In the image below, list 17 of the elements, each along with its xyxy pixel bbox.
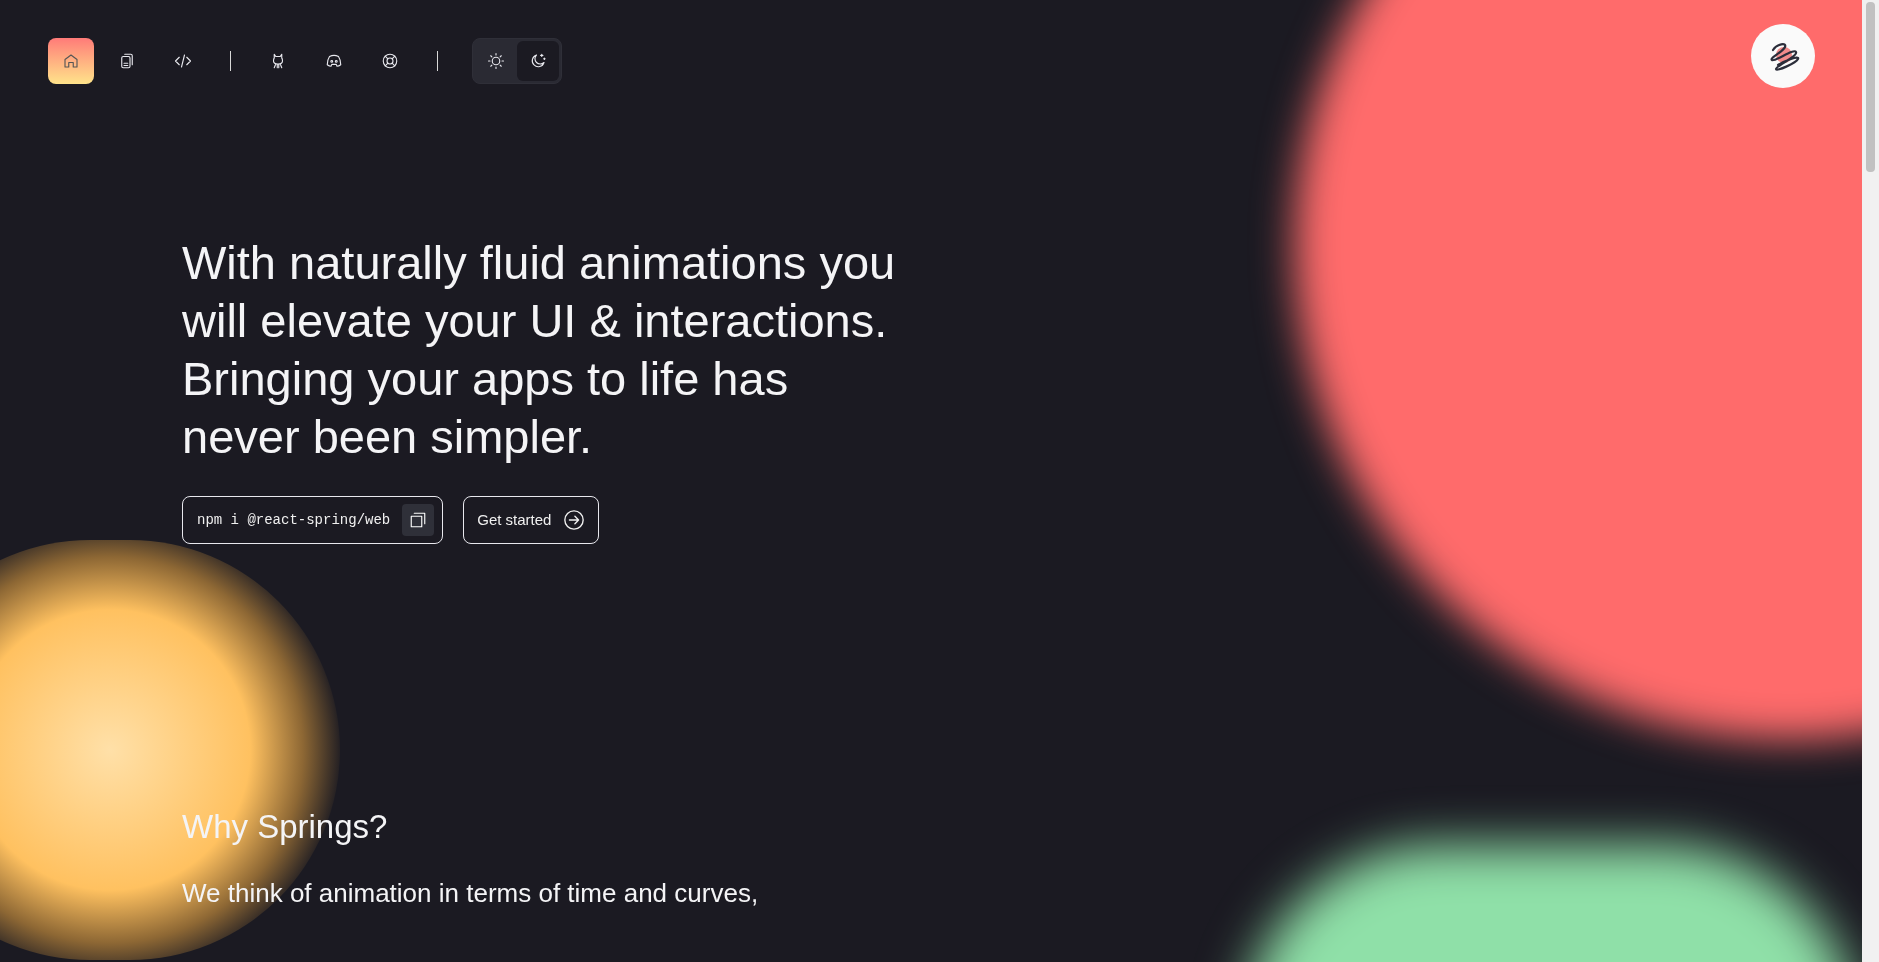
dark-theme-button[interactable] <box>517 41 559 81</box>
lifebuoy-icon <box>381 52 399 70</box>
install-command: npm i @react-spring/web <box>197 510 391 530</box>
home-nav-button[interactable] <box>48 38 94 84</box>
copy-icon <box>409 511 428 529</box>
moon-icon <box>529 52 547 70</box>
section-paragraph: We think of animation in terms of time and curves, <box>182 876 760 910</box>
copy-button[interactable] <box>402 504 435 536</box>
arrow-circle-icon <box>563 509 586 531</box>
get-started-button[interactable]: Get started <box>463 496 600 544</box>
sun-icon <box>487 52 505 70</box>
discord-icon <box>324 52 344 70</box>
scrollbar[interactable] <box>1862 0 1879 962</box>
hero-headline: With naturally fluid animations you will elevate your UI & interactions. Bringing your apps to life has never been simpler. <box>182 235 897 465</box>
document-icon <box>118 52 136 70</box>
home-icon <box>62 52 80 70</box>
code-icon <box>173 52 193 70</box>
